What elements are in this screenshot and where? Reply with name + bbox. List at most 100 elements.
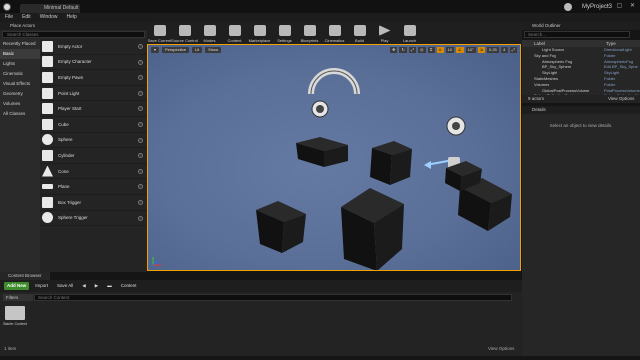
actor-item[interactable]: Empty Actor? <box>40 39 147 55</box>
menu-help[interactable]: Help <box>66 13 76 22</box>
category-cinematic[interactable]: Cinematic <box>0 69 40 79</box>
content-icon <box>228 25 241 36</box>
folder-icon: ▬ <box>107 283 112 288</box>
label-column-header[interactable]: Label <box>534 40 545 47</box>
settings-button[interactable]: Settings <box>272 22 297 44</box>
category-volumes[interactable]: Volumes <box>0 99 40 109</box>
actor-item[interactable]: Player Start? <box>40 101 147 117</box>
category-recently-placed[interactable]: Recently Placed <box>0 39 40 49</box>
modes-button[interactable]: Modes <box>197 22 222 44</box>
cone-icon <box>42 165 53 177</box>
folder-icon[interactable] <box>5 306 25 320</box>
help-icon[interactable]: ? <box>138 168 143 174</box>
actor-item[interactable]: Empty Pawn? <box>40 70 147 86</box>
cinematics-button[interactable]: Cinematics <box>322 22 347 44</box>
build-icon <box>353 25 366 36</box>
help-icon[interactable]: ? <box>138 137 143 143</box>
actor-count: 9 actors <box>528 96 545 101</box>
blueprints-icon <box>303 25 316 36</box>
place-actors-tab[interactable]: Place Actors <box>0 22 147 30</box>
empty-actor-icon <box>42 40 53 52</box>
play-button[interactable]: Play <box>372 22 397 44</box>
category-geometry[interactable]: Geometry <box>0 89 40 99</box>
help-icon[interactable]: ? <box>138 59 143 65</box>
category-all-classes[interactable]: All Classes <box>0 109 40 119</box>
help-icon[interactable]: ? <box>138 153 143 159</box>
outliner-view-options-button[interactable]: View Options <box>608 95 634 103</box>
actor-item[interactable]: Sphere? <box>40 133 147 149</box>
scene-objects <box>256 68 512 271</box>
cylinder-icon <box>42 149 53 161</box>
item-count: 1 item <box>4 346 17 351</box>
content-search-input[interactable]: Search Content <box>34 294 512 301</box>
details-panel <box>522 114 640 356</box>
actor-item[interactable]: Cylinder? <box>40 148 147 164</box>
light-arrow-head <box>424 161 431 169</box>
help-icon[interactable]: ? <box>138 215 143 221</box>
cube-mesh[interactable] <box>370 141 412 185</box>
sphere-icon <box>42 134 53 146</box>
cube-mesh[interactable] <box>296 137 348 167</box>
launch-button[interactable]: Launch <box>397 22 422 44</box>
menu-edit[interactable]: Edit <box>22 13 31 22</box>
actor-item[interactable]: Cone? <box>40 164 147 180</box>
level-viewport[interactable]: ▾ Perspective Lit Show ✥ ↻ ⤢ ◎ ⌗ # 10 ∠ … <box>147 44 521 271</box>
category-list: Recently Placed Basic Lights Cinematic V… <box>0 39 40 272</box>
help-icon[interactable]: ? <box>138 44 143 49</box>
add-new-button[interactable]: Add New <box>4 282 30 290</box>
category-lights[interactable]: Lights <box>0 59 40 69</box>
source-control-button[interactable]: Source Control <box>171 22 198 44</box>
marketplace-icon <box>253 25 266 36</box>
type-column-header[interactable]: Type <box>606 40 616 47</box>
details-tab[interactable]: Details <box>522 106 640 114</box>
save-icon <box>153 25 166 36</box>
help-icon[interactable]: ? <box>138 106 143 112</box>
actor-item[interactable]: Plane? <box>40 179 147 195</box>
outliner-header: Label Type <box>522 40 640 47</box>
outliner-search-input[interactable]: Search... <box>524 31 630 38</box>
content-browser-tab[interactable]: Content Browser <box>0 272 50 280</box>
cube-mesh[interactable] <box>256 201 306 253</box>
launch-icon <box>403 25 416 36</box>
save-all-button[interactable]: Save All <box>54 282 76 290</box>
cube-mesh[interactable] <box>341 188 404 271</box>
actor-item[interactable]: Empty Character? <box>40 55 147 71</box>
cube-icon <box>42 118 53 130</box>
outliner-footer: 9 actors View Options <box>522 95 640 103</box>
directional-light-gizmo[interactable] <box>308 68 360 95</box>
help-icon[interactable]: ? <box>138 90 143 96</box>
help-icon[interactable]: ? <box>138 199 143 205</box>
path-breadcrumb[interactable]: Content <box>118 282 140 290</box>
window-controls[interactable]: ‒ ▢ ✕ <box>606 2 638 9</box>
search-classes-input[interactable]: Search Classes <box>2 31 145 38</box>
view-options-button[interactable]: View Options <box>488 346 514 351</box>
main-toolbar: Save Current Source Control Modes Conten… <box>147 22 522 44</box>
point-light-icon <box>42 87 53 99</box>
menu-file[interactable]: File <box>5 13 13 22</box>
actor-item[interactable]: Point Light? <box>40 86 147 102</box>
actor-item[interactable]: Cube? <box>40 117 147 133</box>
filters-button[interactable]: Filters <box>3 294 33 301</box>
empty-pawn-icon <box>42 71 53 83</box>
category-visual-effects[interactable]: Visual Effects <box>0 79 40 89</box>
skylight-inner <box>452 122 460 130</box>
help-icon[interactable]: ? <box>138 75 143 81</box>
save-current-button[interactable]: Save Current <box>147 22 172 44</box>
world-outliner-tab[interactable]: World Outliner <box>522 22 640 30</box>
content-button[interactable]: Content <box>222 22 247 44</box>
forward-arrow-icon[interactable]: ▶ <box>92 282 101 290</box>
import-button[interactable]: Import <box>32 282 51 290</box>
actor-item[interactable]: Box Trigger? <box>40 195 147 211</box>
category-basic[interactable]: Basic <box>0 49 40 59</box>
marketplace-button[interactable]: Marketplace <box>247 22 272 44</box>
help-icon[interactable]: ? <box>138 121 143 127</box>
level-tab[interactable]: Minimal Default <box>20 4 80 13</box>
blueprints-button[interactable]: Blueprints <box>297 22 322 44</box>
menu-window[interactable]: Window <box>40 13 58 22</box>
help-icon[interactable]: ? <box>138 184 143 190</box>
actor-item[interactable]: Sphere Trigger? <box>40 211 147 227</box>
sphere-trigger-icon <box>42 212 53 224</box>
back-arrow-icon[interactable]: ◀ <box>79 282 88 290</box>
project-icon <box>564 3 572 11</box>
build-button[interactable]: Build <box>347 22 372 44</box>
